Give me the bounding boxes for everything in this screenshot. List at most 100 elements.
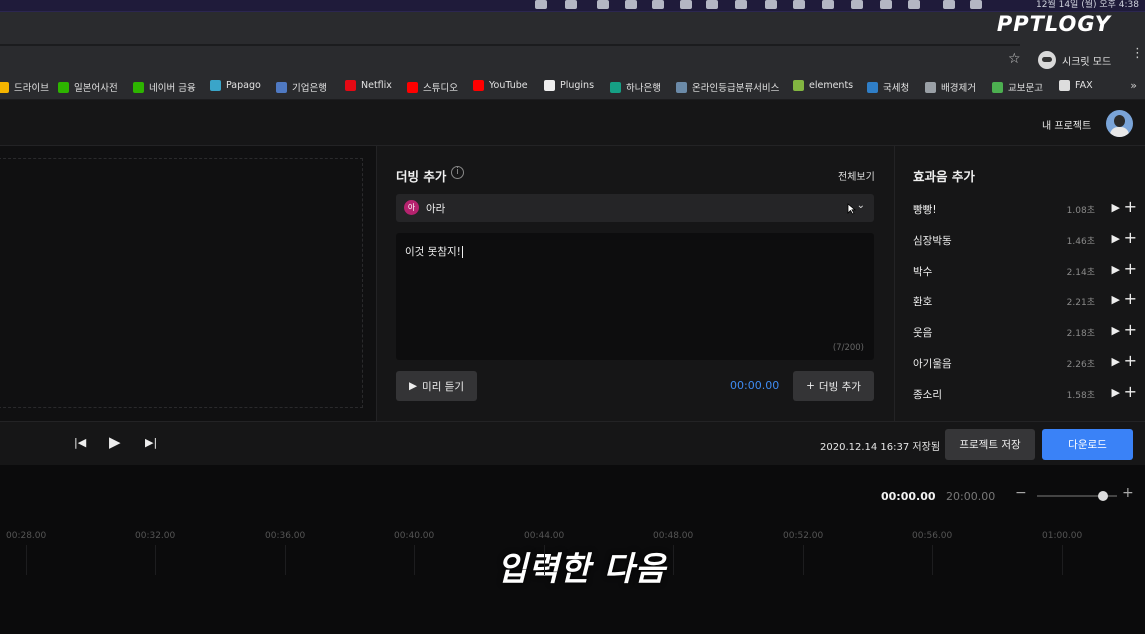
voice-name: 아라 xyxy=(426,203,446,215)
save-project-button[interactable]: 프로젝트 저장 xyxy=(945,429,1035,460)
status-icon[interactable] xyxy=(565,0,577,9)
timeline-current-time: 00:00.00 xyxy=(881,490,936,503)
status-icon[interactable] xyxy=(943,0,955,9)
bookmark-label: YouTube xyxy=(489,80,528,91)
bookmark-label: 드라이브 xyxy=(14,83,49,94)
os-menubar: 12월 14일 (월) 오후 4:38 xyxy=(0,0,1145,12)
bookmark-item[interactable]: 네이버 금융 xyxy=(133,80,196,94)
status-icon[interactable] xyxy=(880,0,892,9)
sound-effect-row: 심장박동 1.46초 ▶ + xyxy=(913,228,1137,249)
browser-menu-icon[interactable]: ⋮ xyxy=(1131,47,1144,60)
timeline-tick-label: 00:56.00 xyxy=(912,531,953,541)
add-icon[interactable]: + xyxy=(1124,259,1137,278)
play-icon[interactable]: ▶ xyxy=(1112,386,1120,399)
incognito-indicator[interactable]: 시크릿 모드 xyxy=(1038,50,1111,70)
bookmark-item[interactable]: 스튜디오 xyxy=(407,80,458,94)
add-icon[interactable]: + xyxy=(1124,198,1137,216)
status-icon[interactable] xyxy=(625,0,637,9)
bookmark-favicon-icon xyxy=(610,81,621,93)
bookmark-item[interactable]: elements xyxy=(793,80,853,91)
preview-listen-button[interactable]: ▶ 미리 듣기 xyxy=(396,371,477,401)
bookmark-item[interactable]: 일본어사전 xyxy=(58,80,118,94)
bookmark-label: 교보문고 xyxy=(1008,83,1043,94)
skip-forward-icon[interactable]: ▶| xyxy=(145,436,157,449)
bookmark-item[interactable]: 교보문고 xyxy=(992,80,1043,94)
add-dubbing-label: 더빙 추가 xyxy=(818,380,861,393)
play-icon[interactable]: ▶ xyxy=(1112,324,1120,337)
add-icon[interactable]: + xyxy=(1124,290,1137,308)
bookmark-label: Plugins xyxy=(560,80,595,91)
plus-icon: + xyxy=(806,380,815,392)
sound-effect-name: 종소리 xyxy=(913,388,942,401)
zoom-out-icon[interactable]: − xyxy=(1015,485,1027,501)
play-icon[interactable]: ▶ xyxy=(1112,263,1120,276)
bookmark-item[interactable]: Netflix xyxy=(345,80,392,91)
status-icon[interactable] xyxy=(822,0,834,9)
play-icon[interactable]: ▶ xyxy=(1112,232,1120,245)
add-icon[interactable]: + xyxy=(1124,352,1137,370)
zoom-slider-handle[interactable] xyxy=(1097,491,1108,501)
status-icon[interactable] xyxy=(793,0,805,9)
bookmarks-overflow-icon[interactable]: » xyxy=(1130,79,1137,92)
bookmark-label: 네이버 금융 xyxy=(149,83,196,94)
add-icon[interactable]: + xyxy=(1124,321,1137,339)
info-icon[interactable]: i xyxy=(451,166,464,179)
timeline: 00:00.00 20:00.00 − + 입력한 다음 00:28.00 00:… xyxy=(0,465,1145,634)
dubbing-timecode[interactable]: 00:00.00 xyxy=(730,379,779,392)
timeline-tick-label: 00:48.00 xyxy=(653,531,694,541)
menubar-clock: 12월 14일 (월) 오후 4:38 xyxy=(1036,0,1139,10)
status-icon[interactable] xyxy=(970,0,982,9)
bookmark-item[interactable]: Plugins xyxy=(544,80,594,91)
bookmark-item[interactable]: 기업은행 xyxy=(276,80,327,94)
bookmark-favicon-icon xyxy=(133,81,144,93)
status-icon[interactable] xyxy=(652,0,664,9)
dubbing-text-input[interactable]: 이것 못참지! (7/200) xyxy=(396,233,874,360)
avatar-head xyxy=(1114,115,1125,127)
timeline-total-time: 20:00.00 xyxy=(946,490,996,503)
sound-effect-duration: 1.08초 xyxy=(1066,206,1095,216)
voice-select[interactable]: 아 아라 ⌄ xyxy=(396,194,874,222)
play-icon[interactable]: ▶ xyxy=(109,433,121,451)
add-icon[interactable]: + xyxy=(1124,382,1137,401)
sound-effects-title: 효과음 추가 xyxy=(913,169,975,184)
skip-back-icon[interactable]: |◀ xyxy=(74,436,86,449)
bookmark-item[interactable]: 배경제거 xyxy=(925,80,976,94)
bookmark-label: FAX xyxy=(1075,80,1093,91)
bookmark-item[interactable]: 드라이브 xyxy=(0,80,49,94)
status-icon[interactable] xyxy=(908,0,920,9)
play-icon[interactable]: ▶ xyxy=(1112,201,1120,214)
bookmark-item[interactable]: 하나은행 xyxy=(610,80,661,94)
my-projects-link[interactable]: 내 프로젝트 xyxy=(1042,117,1091,132)
text-caret xyxy=(461,246,463,258)
play-icon[interactable]: ▶ xyxy=(1112,355,1120,368)
bookmark-favicon-icon xyxy=(1059,80,1070,91)
status-icon[interactable] xyxy=(851,0,863,9)
sound-effect-duration: 1.58초 xyxy=(1066,390,1095,401)
bookmark-item[interactable]: 국세청 xyxy=(867,80,909,94)
preview-frame xyxy=(0,158,363,408)
mouse-cursor-icon xyxy=(847,203,856,215)
voice-badge: 아 xyxy=(404,200,419,215)
user-avatar[interactable] xyxy=(1106,110,1133,137)
bookmark-item[interactable]: Papago xyxy=(210,80,261,91)
bookmark-label: 스튜디오 xyxy=(423,83,458,94)
timeline-tick-label: 00:28.00 xyxy=(6,531,47,541)
bookmark-star-icon[interactable]: ☆ xyxy=(1008,51,1021,67)
status-icon[interactable] xyxy=(680,0,692,9)
zoom-in-icon[interactable]: + xyxy=(1122,485,1134,501)
status-icon[interactable] xyxy=(706,0,718,9)
bookmark-item[interactable]: 온라인등급분류서비스 xyxy=(676,80,779,94)
status-icon[interactable] xyxy=(765,0,777,9)
bookmark-item[interactable]: YouTube xyxy=(473,80,528,91)
play-icon[interactable]: ▶ xyxy=(1112,293,1120,306)
timeline-gridline xyxy=(1062,545,1063,575)
view-all-link[interactable]: 전체보기 xyxy=(838,168,875,183)
status-icon[interactable] xyxy=(535,0,547,9)
bookmark-item[interactable]: FAX xyxy=(1059,80,1093,91)
download-button[interactable]: 다운로드 xyxy=(1042,429,1133,460)
status-icon[interactable] xyxy=(735,0,747,9)
add-dubbing-button[interactable]: + 더빙 추가 xyxy=(793,371,874,401)
dubbing-text-value: 이것 못참지! xyxy=(405,246,461,258)
status-icon[interactable] xyxy=(597,0,609,9)
add-icon[interactable]: + xyxy=(1124,228,1137,247)
